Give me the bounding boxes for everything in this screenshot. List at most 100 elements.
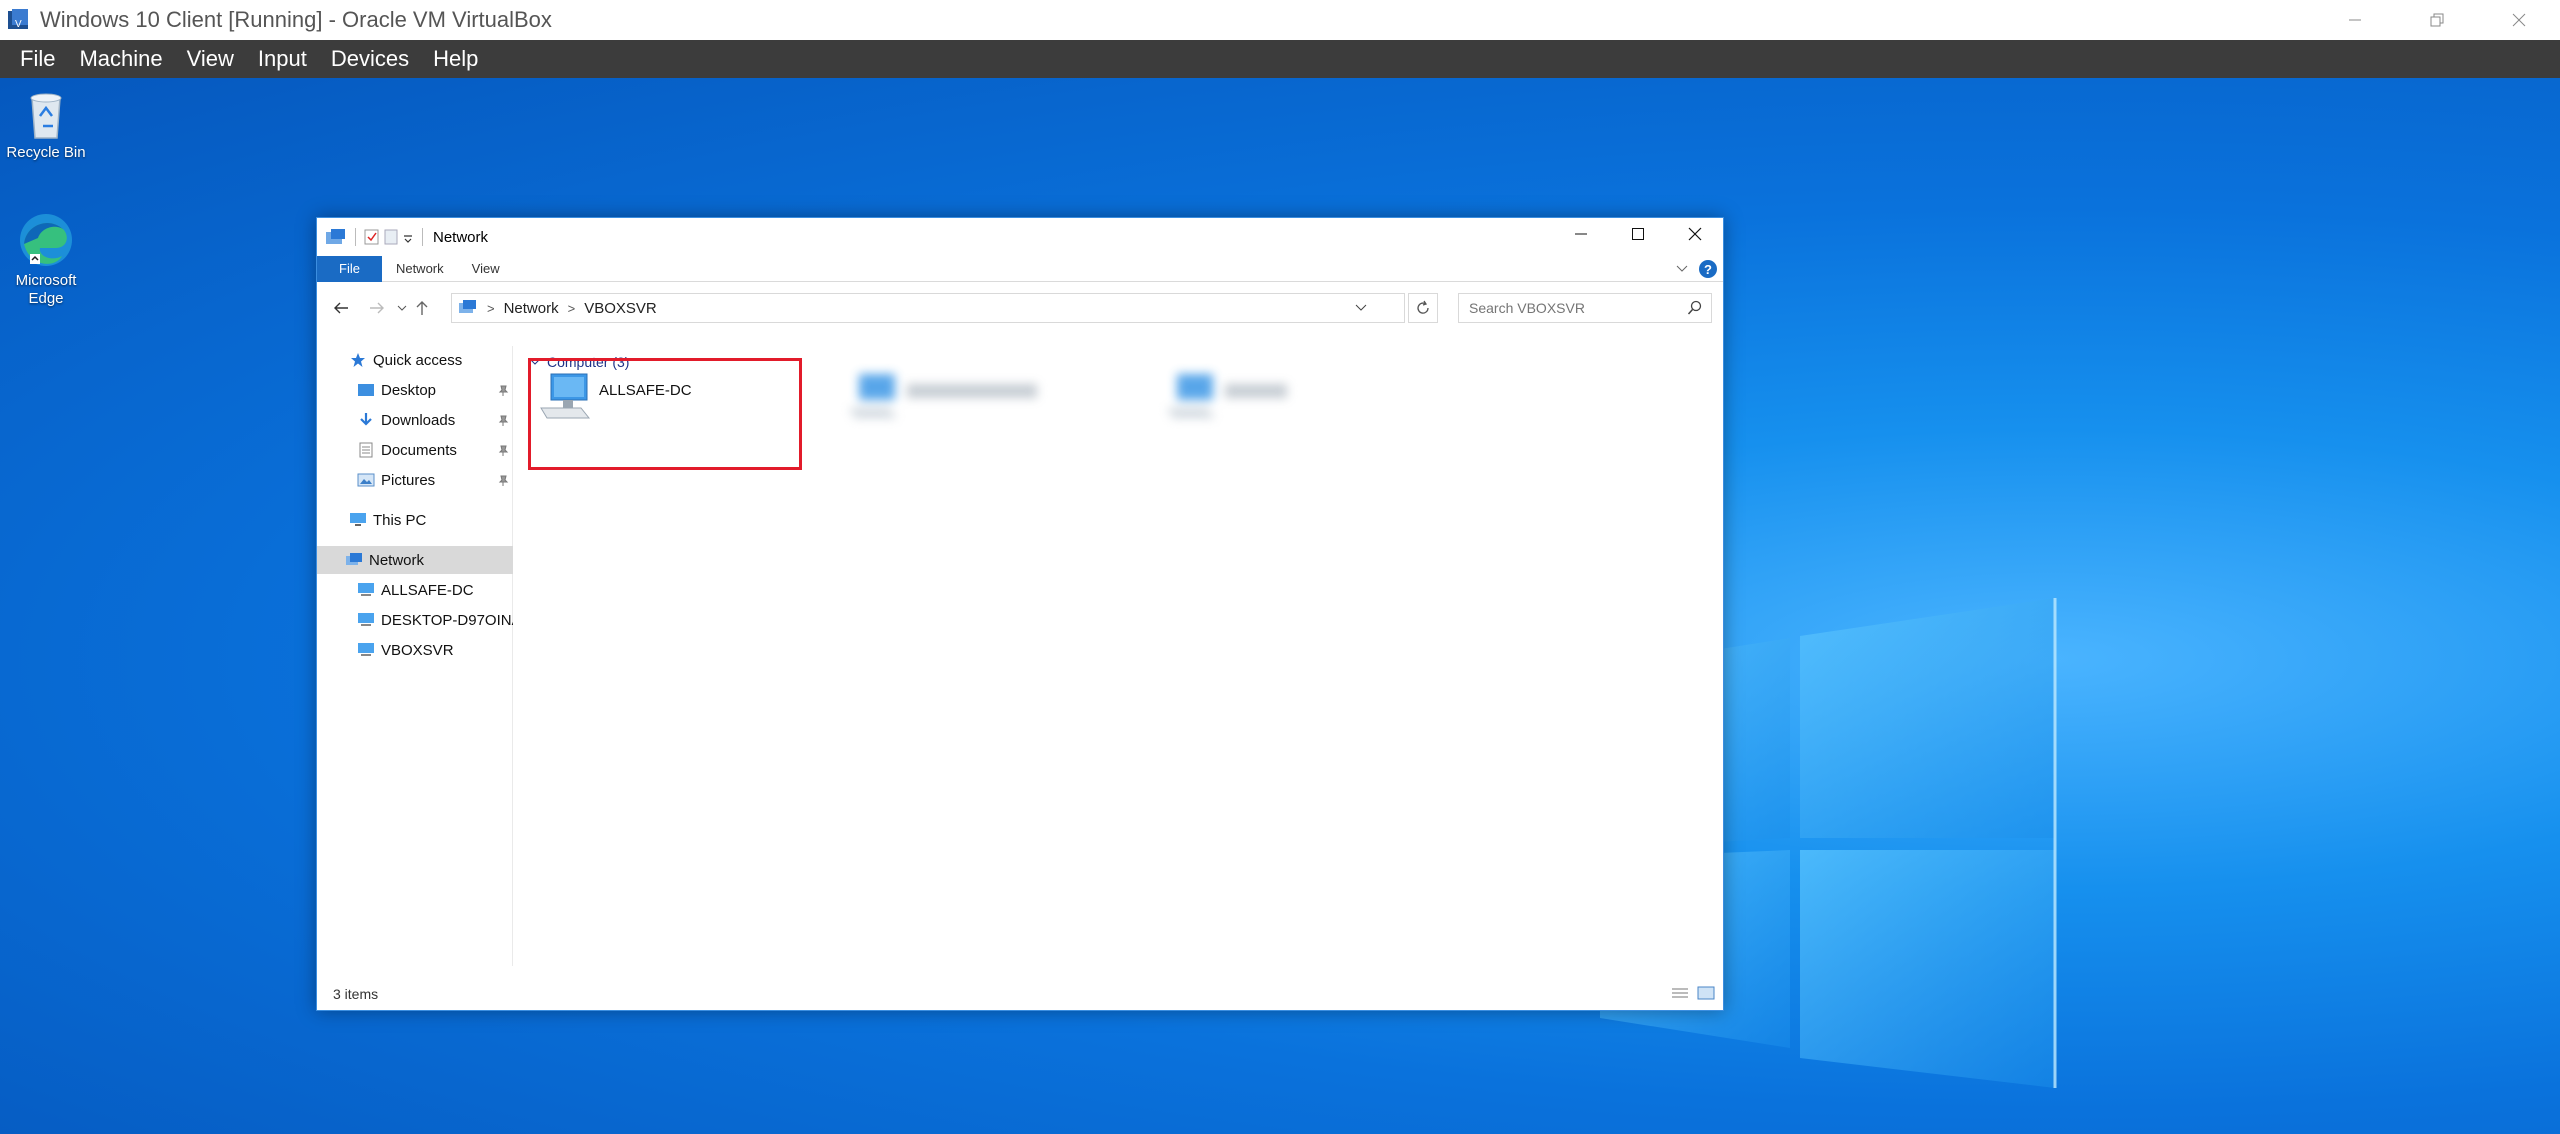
menu-machine[interactable]: Machine — [67, 40, 174, 78]
restore-icon — [2430, 13, 2444, 27]
nav-downloads-label: Downloads — [381, 411, 456, 429]
tab-network[interactable]: Network — [382, 256, 458, 282]
maximize-icon — [1631, 228, 1644, 240]
search-input[interactable] — [1469, 300, 1679, 316]
menu-devices[interactable]: Devices — [319, 40, 421, 78]
breadcrumb-separator-icon: > — [487, 300, 495, 316]
virtualbox-menubar: File Machine View Input Devices Help — [0, 40, 2560, 78]
explorer-maximize-button[interactable] — [1609, 218, 1666, 250]
nav-this-pc[interactable]: This PC — [317, 506, 513, 534]
details-view-icon[interactable] — [1671, 986, 1689, 1000]
back-arrow-icon — [334, 302, 348, 314]
explorer-title: Network — [433, 228, 489, 246]
pin-icon — [497, 413, 509, 430]
tab-view[interactable]: View — [458, 256, 514, 282]
navigation-bar: > Network > VBOXSVR — [317, 288, 1723, 328]
customize-qat-icon[interactable] — [402, 229, 414, 245]
minimize-button[interactable] — [2314, 0, 2396, 40]
desktop-microsoft-edge[interactable]: Microsoft Edge — [0, 210, 92, 308]
network-location-icon — [459, 300, 476, 313]
address-bar[interactable]: > Network > VBOXSVR — [451, 293, 1438, 323]
nav-allsafe-dc-label: ALLSAFE-DC — [381, 581, 474, 599]
computer-tile-redacted-1[interactable] — [845, 368, 1145, 448]
pictures-icon — [357, 471, 375, 489]
address-history-dropdown[interactable] — [1348, 294, 1374, 322]
new-folder-icon[interactable] — [384, 229, 398, 245]
computer-tile-allsafe-dc[interactable]: ALLSAFE-DC — [537, 368, 797, 448]
network-icon — [345, 551, 363, 569]
pin-icon — [497, 473, 509, 490]
breadcrumb-separator-icon: > — [567, 300, 576, 316]
computer-icon — [849, 374, 897, 418]
pin-icon — [497, 443, 509, 460]
breadcrumb-vboxsvr[interactable]: VBOXSVR — [584, 300, 657, 317]
search-box[interactable] — [1458, 293, 1712, 323]
nav-this-pc-label: This PC — [373, 511, 427, 529]
explorer-close-button[interactable] — [1666, 218, 1723, 250]
nav-quick-access[interactable]: Quick access — [317, 346, 513, 374]
chevron-down-icon — [1355, 304, 1367, 311]
tab-file[interactable]: File — [317, 255, 382, 282]
nav-pictures[interactable]: Pictures — [317, 466, 513, 494]
menu-input[interactable]: Input — [246, 40, 319, 78]
nav-desktop-pc-label: DESKTOP-D97OINA — [381, 611, 513, 629]
close-button[interactable] — [2478, 0, 2560, 40]
nav-downloads[interactable]: Downloads — [317, 406, 513, 434]
content-area: Computer (3) ALLSAFE-DC — [523, 346, 1715, 966]
menu-help[interactable]: Help — [421, 40, 490, 78]
desktop-recycle-bin[interactable]: Recycle Bin — [0, 86, 92, 162]
download-arrow-icon — [357, 411, 375, 429]
quick-access-toolbar — [325, 228, 427, 246]
recycle-bin-icon — [30, 93, 62, 139]
explorer-minimize-button[interactable] — [1552, 218, 1609, 250]
restore-button[interactable] — [2396, 0, 2478, 40]
help-button[interactable]: ? — [1699, 260, 1717, 278]
star-icon — [349, 351, 367, 369]
navigation-pane: Quick access Desktop Downloads Documents… — [317, 346, 513, 966]
nav-quick-access-label: Quick access — [373, 351, 463, 369]
edge-icon — [20, 214, 72, 266]
refresh-icon — [1417, 300, 1429, 314]
pin-icon — [497, 383, 509, 400]
nav-documents[interactable]: Documents — [317, 436, 513, 464]
nav-desktop[interactable]: Desktop — [317, 376, 513, 404]
up-arrow-icon — [416, 301, 428, 315]
nav-desktop-pc[interactable]: DESKTOP-D97OINA — [317, 606, 513, 634]
status-bar: 3 items — [317, 978, 1723, 1010]
nav-desktop-label: Desktop — [381, 381, 437, 399]
virtualbox-window-title: Windows 10 Client [Running] - Oracle VM … — [40, 7, 552, 32]
forward-button[interactable] — [365, 293, 389, 323]
nav-network[interactable]: Network — [317, 546, 513, 574]
expand-ribbon-chevron-icon[interactable] — [1675, 264, 1689, 274]
nav-allsafe-dc[interactable]: ALLSAFE-DC — [317, 576, 513, 604]
network-folder-icon — [326, 229, 345, 244]
explorer-titlebar: Network — [317, 218, 1723, 256]
menu-file[interactable]: File — [8, 40, 67, 78]
computer-icon — [1167, 374, 1215, 418]
menu-view[interactable]: View — [175, 40, 246, 78]
view-toggle — [1671, 986, 1715, 1000]
computer-icon — [357, 581, 375, 599]
virtualbox-titlebar: V Windows 10 Client [Running] - Oracle V… — [0, 0, 2560, 40]
nav-documents-label: Documents — [381, 441, 457, 459]
nav-vboxsvr[interactable]: VBOXSVR — [317, 636, 513, 664]
redacted-label — [1225, 384, 1287, 398]
ribbon-tabs: File Network View — [317, 255, 1723, 282]
tile-allsafe-dc-label: ALLSAFE-DC — [599, 382, 692, 399]
large-icons-view-icon[interactable] — [1697, 986, 1715, 1000]
edge-label: Microsoft Edge — [15, 272, 77, 307]
breadcrumb-network[interactable]: Network — [504, 300, 559, 317]
search-icon — [1687, 300, 1703, 321]
up-button[interactable] — [411, 293, 433, 323]
back-button[interactable] — [329, 293, 353, 323]
properties-icon[interactable] — [364, 229, 380, 245]
computer-icon — [349, 511, 367, 529]
computer-tile-redacted-2[interactable] — [1163, 368, 1363, 448]
recent-locations-button[interactable] — [393, 293, 411, 323]
document-icon — [357, 441, 375, 459]
nav-vboxsvr-label: VBOXSVR — [381, 641, 454, 659]
file-explorer-window: Network File Network View ? > Network > … — [316, 217, 1724, 1011]
nav-pictures-label: Pictures — [381, 471, 436, 489]
close-icon — [2512, 13, 2526, 27]
refresh-button[interactable] — [1408, 293, 1438, 323]
